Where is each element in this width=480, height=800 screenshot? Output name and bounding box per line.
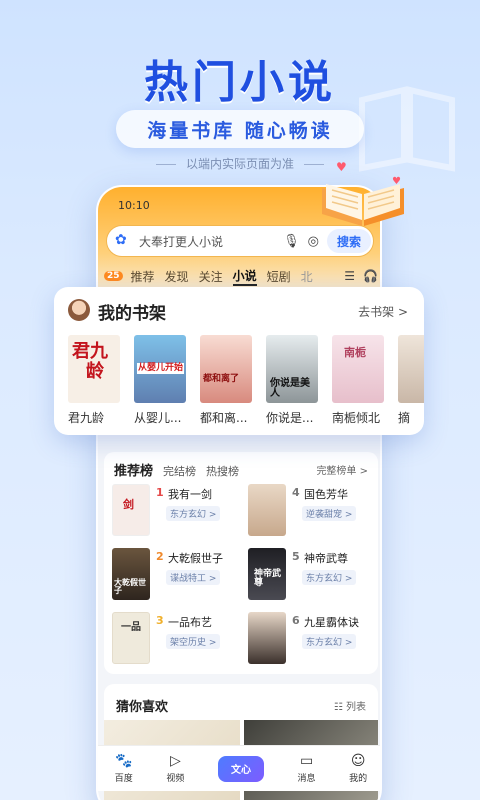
nav-label: 百度	[114, 774, 133, 784]
camera-icon[interactable]: ◎	[308, 234, 319, 249]
hero-tagline: 海量书库 随心畅读	[116, 110, 364, 148]
nav-label: 消息	[297, 774, 316, 784]
tab-beijing[interactable]: 北	[301, 268, 313, 285]
list-view-toggle[interactable]: ☷ 列表	[334, 698, 366, 713]
guess-title: 猜你喜欢	[116, 700, 169, 715]
book-cover: 一品	[112, 612, 150, 664]
book-cover: 大乾假世子	[112, 548, 150, 600]
tab-finished-rank[interactable]: 完结榜	[163, 463, 196, 479]
menu-icon[interactable]: ☰	[344, 269, 355, 283]
shelf-book[interactable]: 从婴儿开始 从婴儿...	[134, 335, 186, 426]
shelf-book[interactable]: 君九 龄 君九龄	[68, 335, 120, 426]
nav-label: 我的	[349, 774, 368, 784]
book-cover	[398, 335, 424, 403]
book-cover: 南栀	[332, 335, 384, 403]
nav-home[interactable]: 🐾 百度	[115, 753, 133, 784]
book-cover	[248, 484, 286, 536]
ranking-item[interactable]: 剑 1 我有一剑 东方玄幻 >	[112, 484, 242, 540]
tab-recommend[interactable]: 推荐	[131, 268, 155, 285]
book-name: 你说是...	[266, 411, 314, 425]
bookshelf-card: 我的书架 去书架 > 君九 龄 君九龄 从婴儿开始 从婴儿... 都和离了 都和…	[54, 287, 424, 435]
book-title: 我有一剑	[168, 488, 212, 501]
nav-wenxin[interactable]: 文心	[217, 755, 264, 782]
book-name: 君九龄	[68, 411, 105, 425]
bottom-nav: 🐾 百度 ▷ 视频 文心 ▭ 消息 ☺ 我的	[98, 745, 380, 791]
nav-label: 视频	[166, 774, 185, 784]
status-time: 10:10	[118, 199, 150, 212]
tab-recommend-rank[interactable]: 推荐榜	[114, 460, 153, 479]
anniversary-badge[interactable]: 25	[104, 271, 123, 281]
tab-follow[interactable]: 关注	[199, 268, 223, 285]
genre-tag[interactable]: 谍战特工 >	[166, 570, 221, 585]
tab-hot-search-rank[interactable]: 热搜榜	[206, 463, 239, 479]
rank-number: 1	[156, 486, 164, 499]
book-title: 九星霸体诀	[304, 616, 359, 629]
wenxin-icon: 文心	[217, 755, 264, 782]
search-button[interactable]: 搜索	[327, 229, 371, 253]
book-title: 神帝武尊	[304, 552, 348, 565]
genre-tag[interactable]: 架空历史 >	[166, 634, 221, 649]
nav-video[interactable]: ▷ 视频	[166, 753, 184, 784]
go-to-bookshelf-link[interactable]: 去书架 >	[358, 303, 408, 320]
shelf-book[interactable]: 南栀 南栀倾北	[332, 335, 384, 426]
book-cover: 君九 龄	[68, 335, 120, 403]
full-ranking-link[interactable]: 完整榜单 >	[316, 462, 368, 477]
rank-number: 4	[292, 486, 300, 499]
tab-short-drama[interactable]: 短剧	[267, 268, 291, 285]
rank-number: 2	[156, 550, 164, 563]
rank-number: 5	[292, 550, 300, 563]
ranking-item[interactable]: 神帝武尊 5 神帝武尊 东方玄幻 >	[248, 548, 378, 604]
hero-headline: 热门小说	[144, 57, 336, 108]
tab-discover[interactable]: 发现	[165, 268, 189, 285]
search-input[interactable]: 大奉打更人小说	[139, 233, 283, 250]
video-icon: ▷	[169, 753, 181, 769]
paw-icon: 🐾	[115, 753, 133, 769]
book-cover: 从婴儿开始	[134, 335, 186, 403]
rank-number: 3	[156, 614, 164, 627]
list-label: 列表	[346, 702, 366, 713]
book-cover: 都和离了	[200, 335, 252, 403]
genre-tag[interactable]: 东方玄幻 >	[302, 570, 357, 585]
ranking-item[interactable]: 6 九星霸体诀 东方玄幻 >	[248, 612, 378, 668]
book-name: 摘	[398, 411, 411, 425]
book-title: 大乾假世子	[168, 552, 223, 565]
book-cover: 剑	[112, 484, 150, 536]
avatar[interactable]	[68, 299, 90, 321]
genre-tag[interactable]: 东方玄幻 >	[302, 634, 357, 649]
nav-profile[interactable]: ☺ 我的	[349, 753, 367, 784]
phone-mockup: 10:10 ✿ 大奉打更人小说 🎙 ◎ 搜索 25 推荐 发现 关注 小说 短剧…	[96, 185, 382, 800]
message-icon: ▭	[299, 753, 314, 769]
bookshelf-title: 我的书架	[98, 304, 166, 324]
headphone-icon[interactable]: 🎧	[363, 269, 378, 283]
ranking-item[interactable]: 大乾假世子 2 大乾假世子 谍战特工 >	[112, 548, 242, 604]
book-cover	[248, 612, 286, 664]
search-bar[interactable]: ✿ 大奉打更人小说 🎙 ◎ 搜索	[106, 225, 374, 257]
rank-number: 6	[292, 614, 300, 627]
nav-message[interactable]: ▭ 消息	[298, 753, 316, 784]
book-cover: 你说是美人	[266, 335, 318, 403]
heart-icon: ♥	[392, 176, 401, 187]
ranking-item[interactable]: 4 国色芳华 逆袭甜宠 >	[248, 484, 378, 540]
book-cover: 神帝武尊	[248, 548, 286, 600]
shelf-book[interactable]: 摘	[398, 335, 424, 426]
book-title: 一品布艺	[168, 616, 212, 629]
disclaimer-text: 以端内实际页面为准	[0, 155, 480, 172]
ranking-card: 推荐榜 完结榜 热搜榜 完整榜单 > 剑 1 我有一剑 东方玄幻 > 大乾假世子…	[104, 452, 378, 674]
genre-tag[interactable]: 东方玄幻 >	[166, 506, 221, 521]
ranking-item[interactable]: 一品 3 一品布艺 架空历史 >	[112, 612, 242, 668]
baidu-paw-icon: ✿	[115, 232, 127, 248]
microphone-icon[interactable]: 🎙	[283, 234, 300, 249]
book-name: 从婴儿...	[134, 411, 182, 425]
shelf-book[interactable]: 都和离了 都和离...	[200, 335, 252, 426]
profile-icon: ☺	[350, 753, 366, 769]
ranking-tabs: 推荐榜 完结榜 热搜榜	[114, 460, 249, 479]
tab-novel[interactable]: 小说	[232, 267, 257, 286]
shelf-book[interactable]: 你说是美人 你说是...	[266, 335, 318, 426]
book-name: 南栀倾北	[332, 411, 381, 425]
heart-icon: ♥	[336, 160, 347, 174]
book-title: 国色芳华	[304, 488, 348, 501]
genre-tag[interactable]: 逆袭甜宠 >	[302, 506, 357, 521]
channel-tabs: 25 推荐 发现 关注 小说 短剧 北 ☰ 🎧	[104, 265, 378, 287]
book-name: 都和离...	[200, 411, 248, 425]
